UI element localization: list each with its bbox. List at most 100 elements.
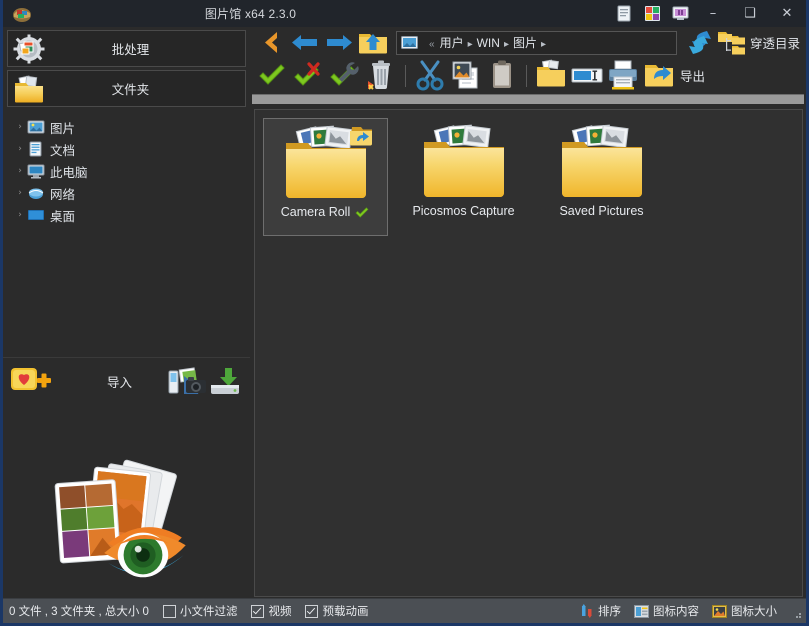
folder-up-icon[interactable]	[356, 26, 390, 59]
print-button[interactable]	[606, 59, 640, 92]
breadcrumb-item-0[interactable]: 用户	[440, 36, 464, 50]
file-item-camera-roll[interactable]: Camera Roll	[263, 118, 388, 236]
rename-field-button[interactable]	[570, 59, 604, 92]
file-item-name: Picosmos Capture	[412, 204, 515, 218]
toolbar-separator	[526, 64, 527, 87]
checkbox-label: 视频	[268, 606, 292, 618]
penetrate-directory-button[interactable]: 穿透目录	[717, 29, 800, 57]
export-label: 导出	[680, 70, 706, 84]
sidebar-item-pictures-label: 图片	[50, 121, 76, 136]
file-list-area[interactable]: Camera Roll Picosmos Capture Saved Pictu…	[254, 109, 803, 597]
checkbox-small-file-filter[interactable]: 小文件过滤	[162, 603, 238, 619]
select-all-check-button[interactable]	[256, 59, 290, 92]
app-icon	[9, 3, 35, 25]
sort-button[interactable]: 排序	[580, 603, 621, 619]
checkbox-box[interactable]	[305, 604, 319, 618]
copy-image-button[interactable]	[449, 59, 483, 92]
camera-import-icon[interactable]	[168, 365, 208, 397]
color-palette-icon[interactable]	[644, 5, 661, 22]
file-item-picosmos-capture[interactable]: Picosmos Capture	[401, 118, 526, 236]
sidebar-item-desktop-label: 桌面	[50, 209, 76, 224]
icon-size-label: 图标大小	[731, 606, 777, 618]
title-bar: 图片馆 x64 2.3.0 – ❑ ✕	[3, 0, 806, 27]
file-item-saved-pictures[interactable]: Saved Pictures	[539, 118, 664, 236]
folder-tree: › 图片 › 文档 › 此电脑 › 网络 › 桌面	[3, 116, 250, 226]
address-bar[interactable]: «用户 ▸ WIN ▸ 图片 ▸	[396, 30, 677, 55]
sort-label: 排序	[598, 606, 621, 618]
status-right-group: 排序 图标内容 图标大小	[580, 603, 802, 619]
delete-button[interactable]	[364, 59, 398, 92]
new-folder-button[interactable]	[534, 59, 568, 92]
resize-grip[interactable]	[792, 606, 802, 618]
status-bar: 0 文件 , 3 文件夹 , 总大小 0 小文件过滤 视频 预载动画 排序 图标…	[3, 598, 806, 623]
refresh-sync-icon[interactable]	[683, 26, 717, 59]
network-icon	[27, 185, 45, 201]
arrow-right-icon[interactable]	[322, 26, 356, 59]
penetrate-directory-label: 穿透目录	[749, 37, 800, 51]
icon-size-icon	[712, 604, 727, 618]
folder-tree-icon	[717, 29, 747, 57]
folder-thumbnail	[278, 125, 374, 203]
this-pc-icon	[27, 163, 45, 179]
folder-sync-badge	[349, 127, 372, 146]
picture-folder-icon	[401, 36, 418, 49]
checkbox-label: 小文件过滤	[179, 606, 238, 618]
breadcrumb[interactable]: «用户 ▸ WIN ▸ 图片 ▸	[424, 34, 550, 51]
sidebar-item-this-pc[interactable]: › 此电脑	[3, 160, 250, 182]
sidebar-item-this-pc-label: 此电脑	[50, 165, 88, 180]
chevron-right-icon[interactable]: ›	[13, 122, 27, 132]
desktop-icon	[27, 207, 45, 223]
sidebar-item-desktop[interactable]: › 桌面	[3, 204, 250, 226]
toolbar: 导出	[250, 58, 806, 93]
file-item-label: Camera Roll	[281, 205, 370, 219]
chevron-right-icon: ▸	[540, 39, 547, 50]
chevron-right-icon[interactable]: ›	[13, 166, 27, 176]
sidebar-button-folder[interactable]: 文件夹	[7, 70, 246, 107]
checkbox-label: 预载动画	[322, 606, 369, 618]
document-icon[interactable]	[616, 5, 633, 22]
navigation-bar: «用户 ▸ WIN ▸ 图片 ▸ 穿透目录	[250, 27, 806, 58]
import-bar: 导入	[3, 357, 250, 404]
sidebar-item-network[interactable]: › 网络	[3, 182, 250, 204]
sort-icon	[580, 604, 594, 618]
breadcrumb-item-1[interactable]: WIN	[477, 36, 500, 50]
screen-capture-icon[interactable]	[672, 5, 689, 22]
back-chevron-icon[interactable]	[254, 26, 288, 59]
chevron-right-icon[interactable]: ›	[13, 210, 27, 220]
titlebar-tools: – ❑ ✕	[616, 3, 800, 25]
breadcrumb-item-2[interactable]: 图片	[513, 36, 537, 50]
disk-import-icon[interactable]	[208, 366, 242, 396]
close-button[interactable]: ✕	[774, 3, 800, 25]
horizontal-scrollbar[interactable]	[252, 94, 804, 104]
import-label: 导入	[106, 375, 132, 390]
checkbox-box[interactable]	[251, 604, 265, 618]
sidebar-button-batch[interactable]: 批处理	[7, 30, 246, 67]
select-options-check-button[interactable]	[328, 59, 362, 92]
cut-button[interactable]	[413, 59, 447, 92]
green-check-icon	[355, 206, 370, 219]
export-button[interactable]	[642, 59, 676, 92]
add-favorite-icon[interactable]	[9, 364, 53, 398]
checkbox-preload-animation[interactable]: 预载动画	[305, 603, 368, 619]
checkbox-video[interactable]: 视频	[251, 603, 291, 619]
sidebar-item-pictures[interactable]: › 图片	[3, 116, 250, 138]
icon-size-button[interactable]: 图标大小	[712, 603, 777, 619]
sidebar-button-folder-label: 文件夹	[111, 83, 150, 97]
sidebar-item-documents[interactable]: › 文档	[3, 138, 250, 160]
paste-button[interactable]	[485, 59, 519, 92]
minimize-button[interactable]: –	[700, 3, 726, 25]
chevron-right-icon[interactable]: ›	[13, 188, 27, 198]
file-item-name: Saved Pictures	[559, 204, 644, 218]
chevron-right-icon[interactable]: ›	[13, 144, 27, 154]
deselect-check-button[interactable]	[292, 59, 326, 92]
toolbar-separator	[405, 64, 406, 87]
window-title: 图片馆 x64 2.3.0	[204, 7, 297, 21]
icon-content-button[interactable]: 图标内容	[634, 603, 699, 619]
icon-content-label: 图标内容	[653, 606, 699, 618]
folder-photos-icon	[12, 74, 46, 104]
checkbox-box[interactable]	[162, 604, 176, 618]
maximize-button[interactable]: ❑	[737, 3, 763, 25]
arrow-left-icon[interactable]	[288, 26, 322, 59]
batch-gear-photos-icon	[12, 34, 46, 64]
documents-icon	[27, 141, 45, 157]
